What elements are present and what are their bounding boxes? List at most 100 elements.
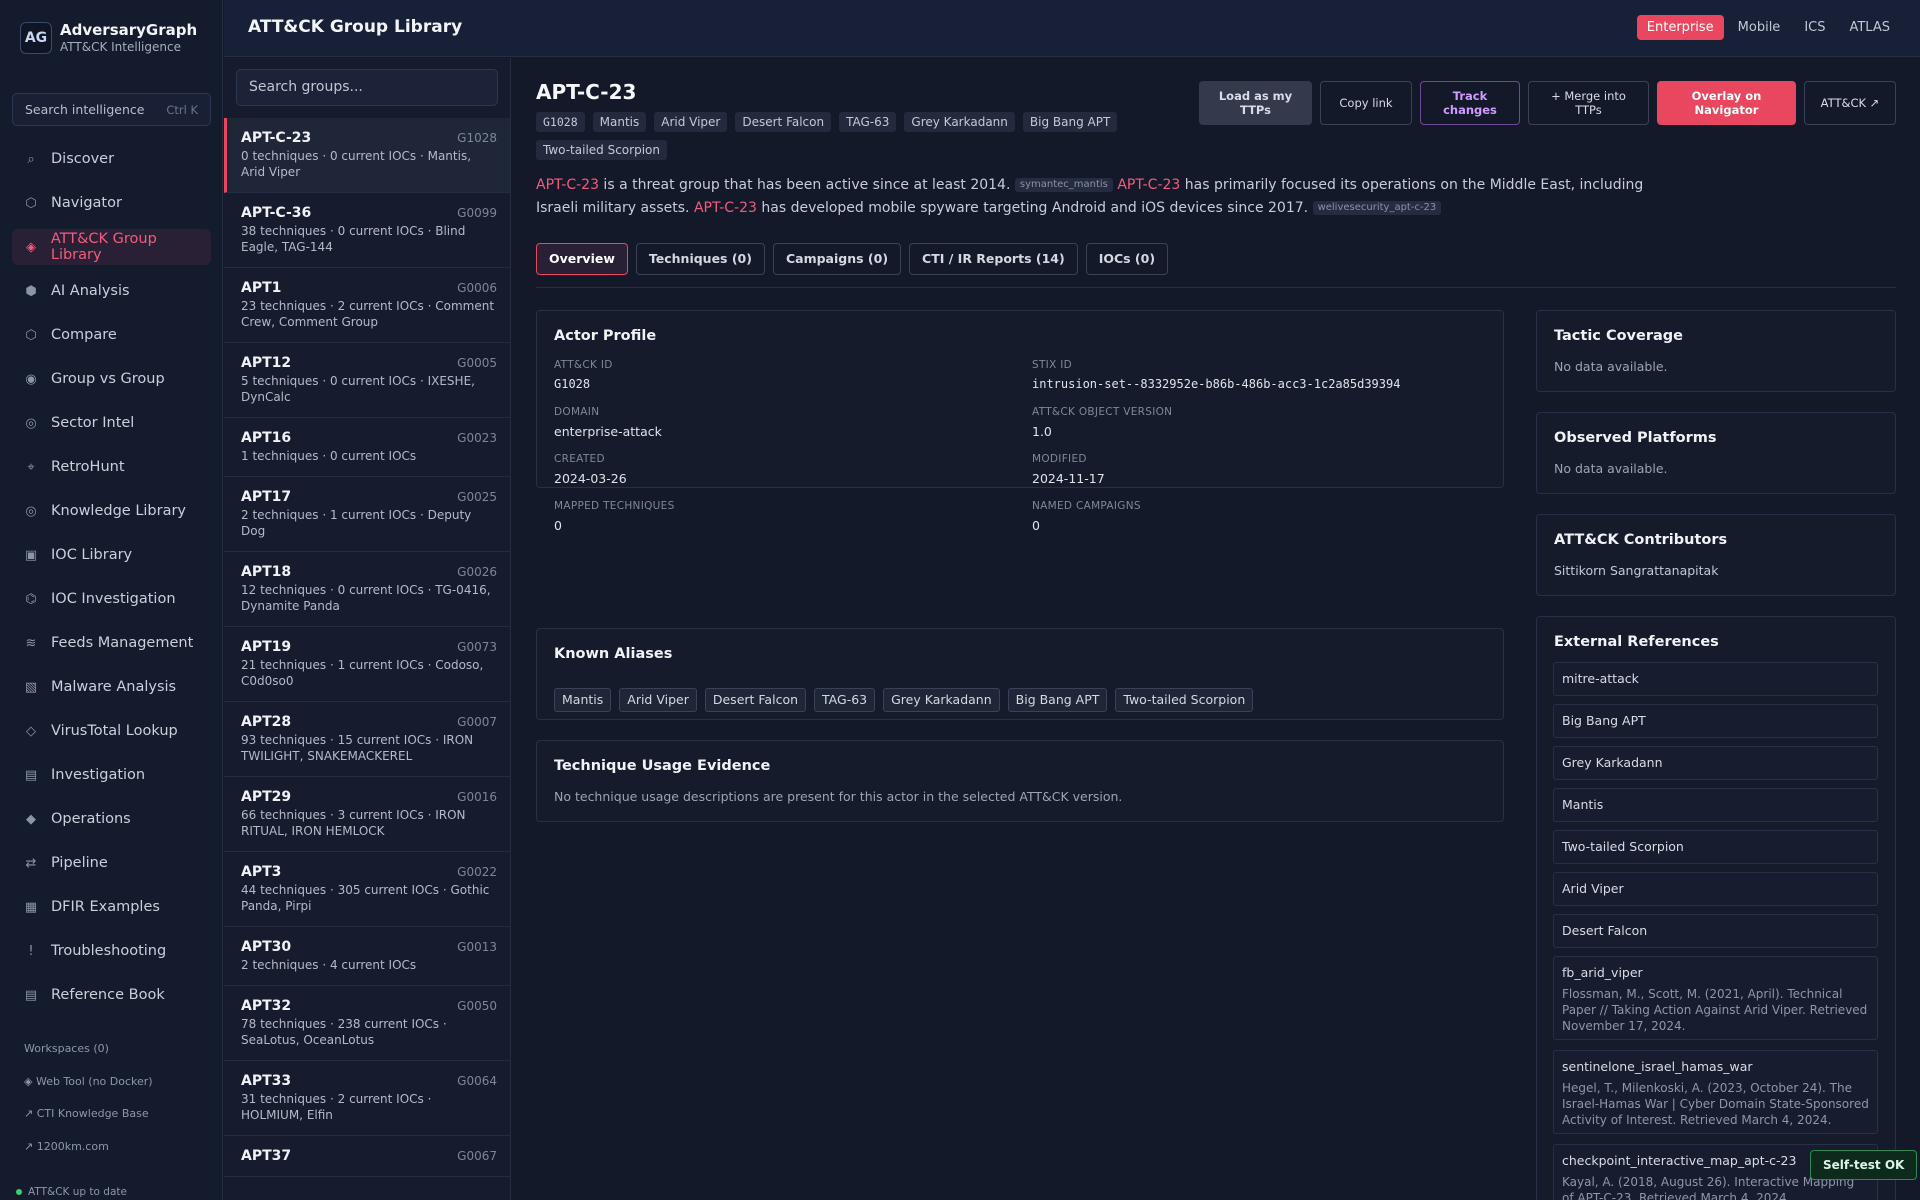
brand[interactable]: AG AdversaryGraph ATT&CK Intelligence: [20, 21, 197, 55]
sidebar-item-operations[interactable]: ◆ Operations: [12, 801, 211, 837]
sidebar-item-pipeline[interactable]: ⇄ Pipeline: [12, 845, 211, 881]
sidebar-item-label: RetroHunt: [51, 459, 125, 475]
merge-ttps-button[interactable]: + Merge into TTPs: [1528, 81, 1649, 125]
observed-platforms-card: Observed Platforms No data available.: [1536, 412, 1896, 494]
sidebar-item-dfir-examples[interactable]: ▦ DFIR Examples: [12, 889, 211, 925]
group-item[interactable]: APT33 G0064 31 techniques · 2 current IOCs…: [224, 1061, 510, 1136]
sidebar-item-ai-analysis[interactable]: ⬢ AI Analysis: [12, 273, 211, 309]
group-item[interactable]: APT37 G0067: [224, 1136, 510, 1177]
reference-item[interactable]: Two-tailed Scorpion: [1553, 830, 1878, 864]
sidebar-item-discover[interactable]: ⌕ Discover: [12, 141, 211, 177]
citation-badge[interactable]: symantec_mantis: [1014, 178, 1113, 192]
reference-item[interactable]: mitre-attack: [1553, 662, 1878, 696]
reference-item[interactable]: Mantis: [1553, 788, 1878, 822]
contributor-name: Sittikorn Sangrattanapitak: [1554, 563, 1719, 578]
sidebar-item-malware-analysis[interactable]: ▧ Malware Analysis: [12, 669, 211, 705]
sidebar-item-group-vs-group[interactable]: ◉ Group vs Group: [12, 361, 211, 397]
group-item[interactable]: APT32 G0050 78 techniques · 238 current IO…: [224, 986, 510, 1061]
app-logo-icon: AG: [20, 22, 52, 54]
field-value: 2024-11-17: [1032, 471, 1105, 486]
knowledge-library-icon: ◎: [25, 503, 37, 519]
citation-badge[interactable]: welivesecurity_apt-c-23: [1312, 201, 1442, 215]
domain-tab-atlas[interactable]: ATLAS: [1839, 15, 1900, 40]
group-item[interactable]: APT19 G0073 21 techniques · 1 current IOCs…: [224, 627, 510, 702]
group-item[interactable]: APT18 G0026 12 techniques · 0 current IOCs…: [224, 552, 510, 627]
group-desc: 21 techniques · 1 current IOCs · Codoso,…: [241, 658, 484, 688]
tab-reports[interactable]: CTI / IR Reports (14): [909, 243, 1078, 275]
sidebar-item-knowledge-library[interactable]: ◎ Knowledge Library: [12, 493, 211, 529]
ioc-investigation-icon: ⌬: [25, 591, 37, 607]
sidebar-search-input[interactable]: Search intelligence Ctrl K: [12, 93, 211, 126]
group-item[interactable]: APT3 G0022 44 techniques · 305 current IOC…: [224, 852, 510, 927]
sidebar-item-compare[interactable]: ⬡ Compare: [12, 317, 211, 353]
investigation-icon: ▤: [24, 767, 38, 783]
copy-link-button[interactable]: Copy link: [1320, 81, 1412, 125]
sidebar-item-investigation[interactable]: ▤ Investigation: [12, 757, 211, 793]
group-item[interactable]: APT12 G0005 5 techniques · 0 current IOCs …: [224, 343, 510, 418]
alias-chip: Desert Falcon: [704, 688, 807, 712]
tab-iocs[interactable]: IOCs (0): [1085, 243, 1169, 275]
overlay-navigator-button[interactable]: Overlay on Navigator: [1657, 81, 1796, 125]
actor-actions: Load as my TTPs Copy link Track changes …: [1191, 81, 1896, 125]
load-ttps-button[interactable]: Load as my TTPs: [1199, 81, 1312, 125]
reference-item[interactable]: fb_arid_viper Flossman, M., Scott, M. (20…: [1553, 956, 1878, 1040]
sidebar-item-label: IOC Investigation: [51, 591, 176, 607]
reference-item[interactable]: Arid Viper: [1553, 872, 1878, 906]
sidebar-item-group-library[interactable]: ◈ ATT&CK Group Library: [12, 229, 211, 265]
site-link[interactable]: ↗ 1200km.com: [24, 1140, 109, 1153]
group-item[interactable]: APT28 G0007 93 techniques · 15 current IOC…: [224, 702, 510, 777]
web-tool-link[interactable]: ◈ Web Tool (no Docker): [24, 1075, 153, 1088]
group-item[interactable]: APT17 G0025 2 techniques · 1 current IOCs …: [224, 477, 510, 552]
tab-techniques[interactable]: Techniques (0): [635, 243, 765, 275]
alias-tag: Desert Falcon: [735, 112, 832, 132]
alias-list: Mantis Arid Viper Desert Falcon TAG-63 G…: [554, 688, 1261, 712]
alias-tag: Arid Viper: [654, 112, 728, 132]
group-item[interactable]: APT29 G0016 66 techniques · 3 current IOCs…: [224, 777, 510, 852]
track-changes-button[interactable]: Track changes: [1420, 81, 1520, 125]
sidebar-item-ioc-investigation[interactable]: ⌬ IOC Investigation: [12, 581, 211, 617]
tab-overview[interactable]: Overview: [536, 243, 628, 275]
field-named-campaigns: NAMED CAMPAIGNS 0: [1032, 500, 1141, 533]
workspaces-link[interactable]: Workspaces (0): [24, 1042, 109, 1055]
group-item[interactable]: APT-C-23 G1028 0 techniques · 0 current IO…: [224, 118, 510, 193]
group-id: G0026: [457, 565, 497, 579]
alias-chip: Big Bang APT: [1007, 688, 1108, 712]
reference-item[interactable]: Grey Karkadann: [1553, 746, 1878, 780]
reference-item[interactable]: Big Bang APT: [1553, 704, 1878, 738]
sidebar-item-label: Pipeline: [51, 855, 108, 871]
group-list-panel: Search groups... APT-C-23 G1028 0 techniqu…: [224, 58, 511, 1200]
sidebar-item-sector-intel[interactable]: ◎ Sector Intel: [12, 405, 211, 441]
group-item[interactable]: APT30 G0013 2 techniques · 4 current IOCs: [224, 927, 510, 986]
sidebar-item-ioc-library[interactable]: ▣ IOC Library: [12, 537, 211, 573]
attck-external-link-button[interactable]: ATT&CK ↗: [1804, 81, 1896, 125]
domain-tab-mobile[interactable]: Mobile: [1728, 15, 1791, 40]
self-test-badge[interactable]: Self-test OK: [1810, 1150, 1918, 1180]
tab-campaigns[interactable]: Campaigns (0): [772, 243, 902, 275]
domain-tab-enterprise[interactable]: Enterprise: [1636, 15, 1724, 40]
reference-item[interactable]: Desert Falcon: [1553, 914, 1878, 948]
sidebar-item-feeds-management[interactable]: ≋ Feeds Management: [12, 625, 211, 661]
group-desc: 0 techniques · 0 current IOCs · Mantis, …: [241, 149, 472, 179]
page-title: ATT&CK Group Library: [248, 17, 463, 37]
group-item[interactable]: APT16 G0023 1 techniques · 0 current IOCs: [224, 418, 510, 477]
group-search-input[interactable]: Search groups...: [236, 69, 498, 106]
sidebar-item-retrohunt[interactable]: ⌖ RetroHunt: [12, 449, 211, 485]
virustotal-icon: ◇: [26, 723, 36, 739]
sidebar-item-label: Group vs Group: [51, 371, 165, 387]
cti-knowledge-base-link[interactable]: ↗ CTI Knowledge Base: [24, 1107, 149, 1120]
sidebar-item-troubleshooting[interactable]: ! Troubleshooting: [12, 933, 211, 969]
alias-tag: Big Bang APT: [1022, 112, 1118, 132]
sidebar-search-placeholder: Search intelligence: [25, 102, 145, 117]
ai-analysis-icon: ⬢: [25, 283, 37, 299]
group-item[interactable]: APT1 G0006 23 techniques · 2 current IOCs …: [224, 268, 510, 343]
sidebar-item-navigator[interactable]: ⬡ Navigator: [12, 185, 211, 221]
reference-name: sentinelone_israel_hamas_war: [1562, 1059, 1753, 1074]
reference-item[interactable]: sentinelone_israel_hamas_war Hegel, T., M…: [1553, 1050, 1878, 1134]
ioc-library-icon: ▣: [24, 547, 38, 563]
domain-tab-ics[interactable]: ICS: [1794, 15, 1835, 40]
group-item[interactable]: APT-C-36 G0099 38 techniques · 0 current I…: [224, 193, 510, 268]
actor-tags: G1028 Mantis Arid Viper Desert Falcon TA…: [536, 112, 1136, 168]
sidebar-item-label: Reference Book: [51, 987, 165, 1003]
sidebar-item-virustotal[interactable]: ◇ VirusTotal Lookup: [12, 713, 211, 749]
sidebar-item-reference-book[interactable]: ▤ Reference Book: [12, 977, 211, 1013]
